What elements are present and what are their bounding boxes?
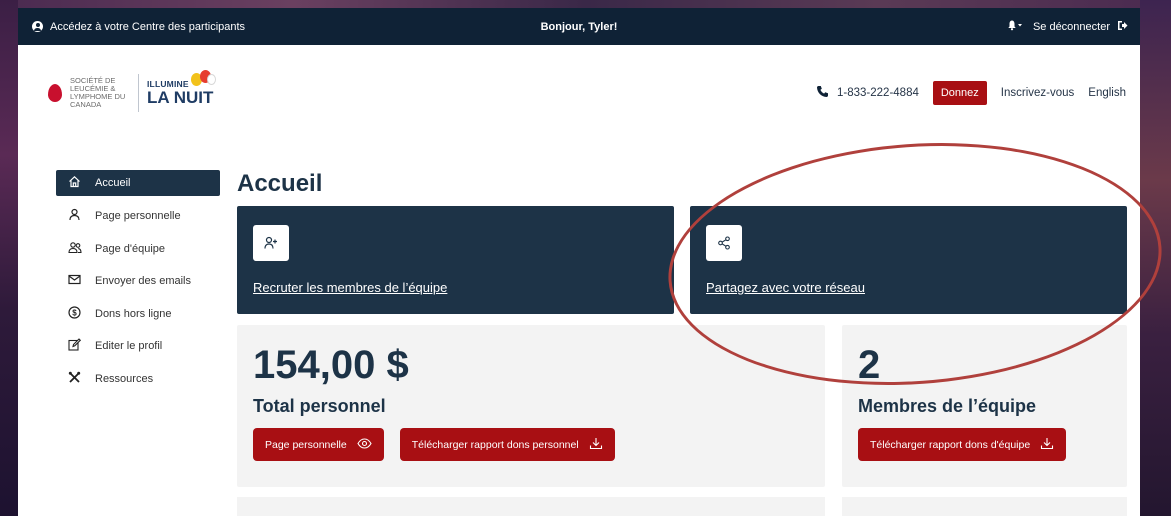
notifications-bell-icon[interactable]	[1007, 19, 1023, 34]
donate-button[interactable]: Donnez	[932, 81, 987, 105]
logo-org-name: SOCIÉTÉ DE LEUCÉMIE & LYMPHOME DU CANADA	[70, 76, 126, 109]
share-icon	[706, 225, 742, 261]
tools-icon	[68, 371, 81, 387]
sidebar-item-personal-page[interactable]: Page personnelle	[56, 200, 220, 233]
language-link[interactable]: English	[1088, 87, 1126, 99]
top-bar: Accédez à votre Centre des participants …	[18, 8, 1140, 45]
sidebar: Accueil Page personnelle Page d'équipe E…	[56, 170, 220, 516]
dollar-icon: $	[68, 306, 81, 322]
sidebar-item-label: Envoyer des emails	[95, 275, 191, 288]
phone-icon	[816, 85, 829, 101]
participant-center-link[interactable]: Accédez à votre Centre des participants	[32, 21, 245, 33]
team-report-button-label: Télécharger rapport dons d'équipe	[870, 438, 1031, 451]
team-members-count: 2	[858, 343, 881, 387]
sidebar-item-label: Page d'équipe	[95, 242, 165, 255]
main-content: Accueil Recruter les membres de l’équipe…	[237, 155, 1127, 516]
share-card[interactable]: Partagez avec votre réseau	[690, 206, 1127, 314]
page: Accédez à votre Centre des participants …	[18, 8, 1140, 516]
home-icon	[68, 175, 81, 191]
sidebar-item-team-page[interactable]: Page d'équipe	[56, 233, 220, 266]
sidebar-item-edit-profile[interactable]: Editer le profil	[56, 330, 220, 363]
sidebar-item-resources[interactable]: Ressources	[56, 363, 220, 396]
personal-page-button-label: Page personnelle	[265, 438, 347, 451]
recruit-link[interactable]: Recruter les membres de l’équipe	[253, 280, 447, 295]
edit-icon	[68, 338, 82, 354]
personal-report-button[interactable]: Télécharger rapport dons personnel	[399, 428, 615, 461]
logout-link[interactable]: Se déconnecter	[1033, 20, 1128, 34]
background-left	[0, 0, 18, 516]
download-icon	[589, 437, 603, 453]
logo[interactable]: SOCIÉTÉ DE LEUCÉMIE & LYMPHOME DU CANADA…	[48, 70, 217, 112]
blood-drop-icon	[48, 84, 62, 102]
team-report-button[interactable]: Télécharger rapport dons d'équipe	[858, 428, 1067, 461]
bottom-card-right	[842, 497, 1127, 516]
bottom-card-left	[237, 497, 825, 516]
sidebar-item-label: Editer le profil	[95, 340, 163, 353]
balloons-icon	[191, 70, 217, 94]
participant-center-label: Accédez à votre Centre des participants	[50, 20, 246, 33]
recruit-card[interactable]: Recruter les membres de l’équipe	[237, 206, 674, 314]
share-link[interactable]: Partagez avec votre réseau	[706, 280, 865, 295]
personal-total-card: 154,00 $ Total personnel Page personnell…	[237, 325, 825, 487]
logout-label: Se déconnecter	[1032, 20, 1110, 33]
download-icon	[1040, 437, 1054, 453]
register-link[interactable]: Inscrivez-vous	[1001, 87, 1075, 99]
personal-total-value: 154,00 $	[253, 343, 409, 387]
sidebar-item-offline-donations[interactable]: $ Dons hors ligne	[56, 298, 220, 331]
phone-link[interactable]: 1-833-222-4884	[816, 85, 919, 101]
sidebar-item-send-emails[interactable]: Envoyer des emails	[56, 265, 220, 298]
sidebar-item-home[interactable]: Accueil	[56, 170, 220, 196]
svg-text:$: $	[72, 308, 77, 317]
site-header: SOCIÉTÉ DE LEUCÉMIE & LYMPHOME DU CANADA…	[18, 45, 1140, 155]
page-title: Accueil	[237, 170, 323, 197]
eye-icon	[357, 437, 372, 452]
sidebar-item-label: Dons hors ligne	[95, 307, 172, 320]
envelope-icon	[68, 274, 81, 288]
greeting: Bonjour, Tyler!	[540, 20, 618, 33]
personal-total-label: Total personnel	[253, 396, 386, 416]
add-user-icon	[253, 225, 289, 261]
user-circle-icon	[32, 21, 43, 32]
users-icon	[68, 241, 82, 257]
sign-out-icon	[1117, 20, 1128, 34]
sidebar-item-label: Page personnelle	[95, 210, 181, 223]
logo-divider	[138, 74, 139, 112]
user-icon	[68, 208, 81, 224]
sidebar-item-label: Accueil	[95, 177, 131, 189]
phone-number: 1-833-222-4884	[837, 87, 919, 99]
sidebar-item-label: Ressources	[95, 372, 154, 385]
personal-report-button-label: Télécharger rapport dons personnel	[411, 438, 579, 451]
personal-page-button[interactable]: Page personnelle	[253, 428, 384, 461]
team-members-label: Membres de l’équipe	[858, 396, 1037, 416]
team-members-card: 2 Membres de l’équipe Télécharger rappor…	[842, 325, 1127, 487]
background-right	[1140, 0, 1171, 516]
